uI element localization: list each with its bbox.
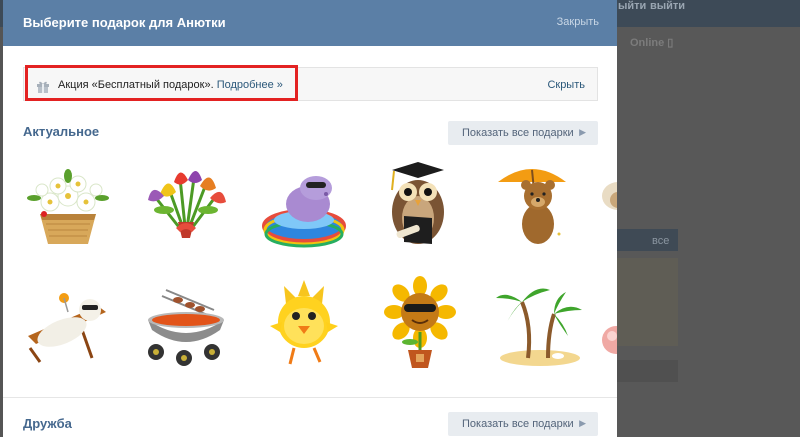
arrow-right-icon: ▶ bbox=[579, 127, 586, 137]
dialog-header: Выберите подарок для Анютки Закрыть bbox=[3, 0, 617, 46]
gift-grill[interactable] bbox=[138, 276, 234, 372]
gift-hippo-pool[interactable] bbox=[256, 156, 352, 252]
graduate-owl-icon bbox=[391, 162, 444, 244]
flower-basket-icon bbox=[27, 169, 109, 244]
bg-logout-link: выйти bbox=[650, 0, 686, 12]
close-button[interactable]: Закрыть bbox=[557, 16, 599, 28]
gift-sun-chick[interactable] bbox=[256, 276, 352, 372]
bg-block bbox=[617, 360, 678, 382]
show-all-gifts-button[interactable]: Показать все подарки ▶ bbox=[448, 121, 598, 145]
gift-dialog: Выберите подарок для Анютки Закрыть Акци… bbox=[3, 0, 617, 437]
show-all-label: Показать все подарки bbox=[462, 418, 574, 430]
grill-icon bbox=[148, 289, 224, 366]
gift-sunflower-sunglasses[interactable] bbox=[374, 276, 470, 372]
gift-pink-ball-partial[interactable] bbox=[598, 276, 617, 372]
gift-tulip-bouquet[interactable] bbox=[138, 156, 234, 252]
bear-umbrella-icon bbox=[498, 169, 566, 244]
gift-sheep-partial[interactable] bbox=[598, 156, 617, 252]
section-title-current: Актуальное bbox=[23, 124, 100, 139]
pink-ball-icon bbox=[602, 326, 617, 354]
sunbathing-bear-icon bbox=[28, 293, 106, 363]
dialog-title: Выберите подарок для Анютки bbox=[23, 15, 226, 30]
gift-graduate-owl[interactable] bbox=[374, 156, 470, 252]
tulip-bouquet-icon bbox=[148, 171, 226, 238]
section-title-friendship: Дружба bbox=[23, 416, 72, 431]
promo-hide-link[interactable]: Скрыть bbox=[547, 79, 585, 91]
gift-sunbathing-bear[interactable] bbox=[20, 276, 116, 372]
highlight-box bbox=[25, 65, 298, 101]
bg-logout-link-partial: ыйти bbox=[618, 0, 647, 12]
sheep-icon bbox=[602, 182, 617, 210]
gift-bear-umbrella[interactable] bbox=[492, 156, 588, 252]
show-all-friendship-gifts-button[interactable]: Показать все подарки ▶ bbox=[448, 412, 598, 436]
gift-palm-island[interactable] bbox=[492, 276, 588, 372]
hippo-pool-icon bbox=[262, 176, 346, 248]
bg-all-link: все bbox=[652, 235, 670, 247]
bg-photo bbox=[617, 258, 678, 346]
sunflower-sunglasses-icon bbox=[384, 276, 456, 368]
bg-online-status: Online ▯ bbox=[630, 37, 674, 49]
sun-chick-icon bbox=[270, 280, 338, 365]
gift-flower-basket[interactable] bbox=[20, 156, 116, 252]
palm-island-icon bbox=[496, 288, 582, 366]
arrow-right-icon: ▶ bbox=[579, 418, 586, 428]
section-divider bbox=[3, 397, 617, 398]
show-all-label: Показать все подарки bbox=[462, 127, 574, 139]
